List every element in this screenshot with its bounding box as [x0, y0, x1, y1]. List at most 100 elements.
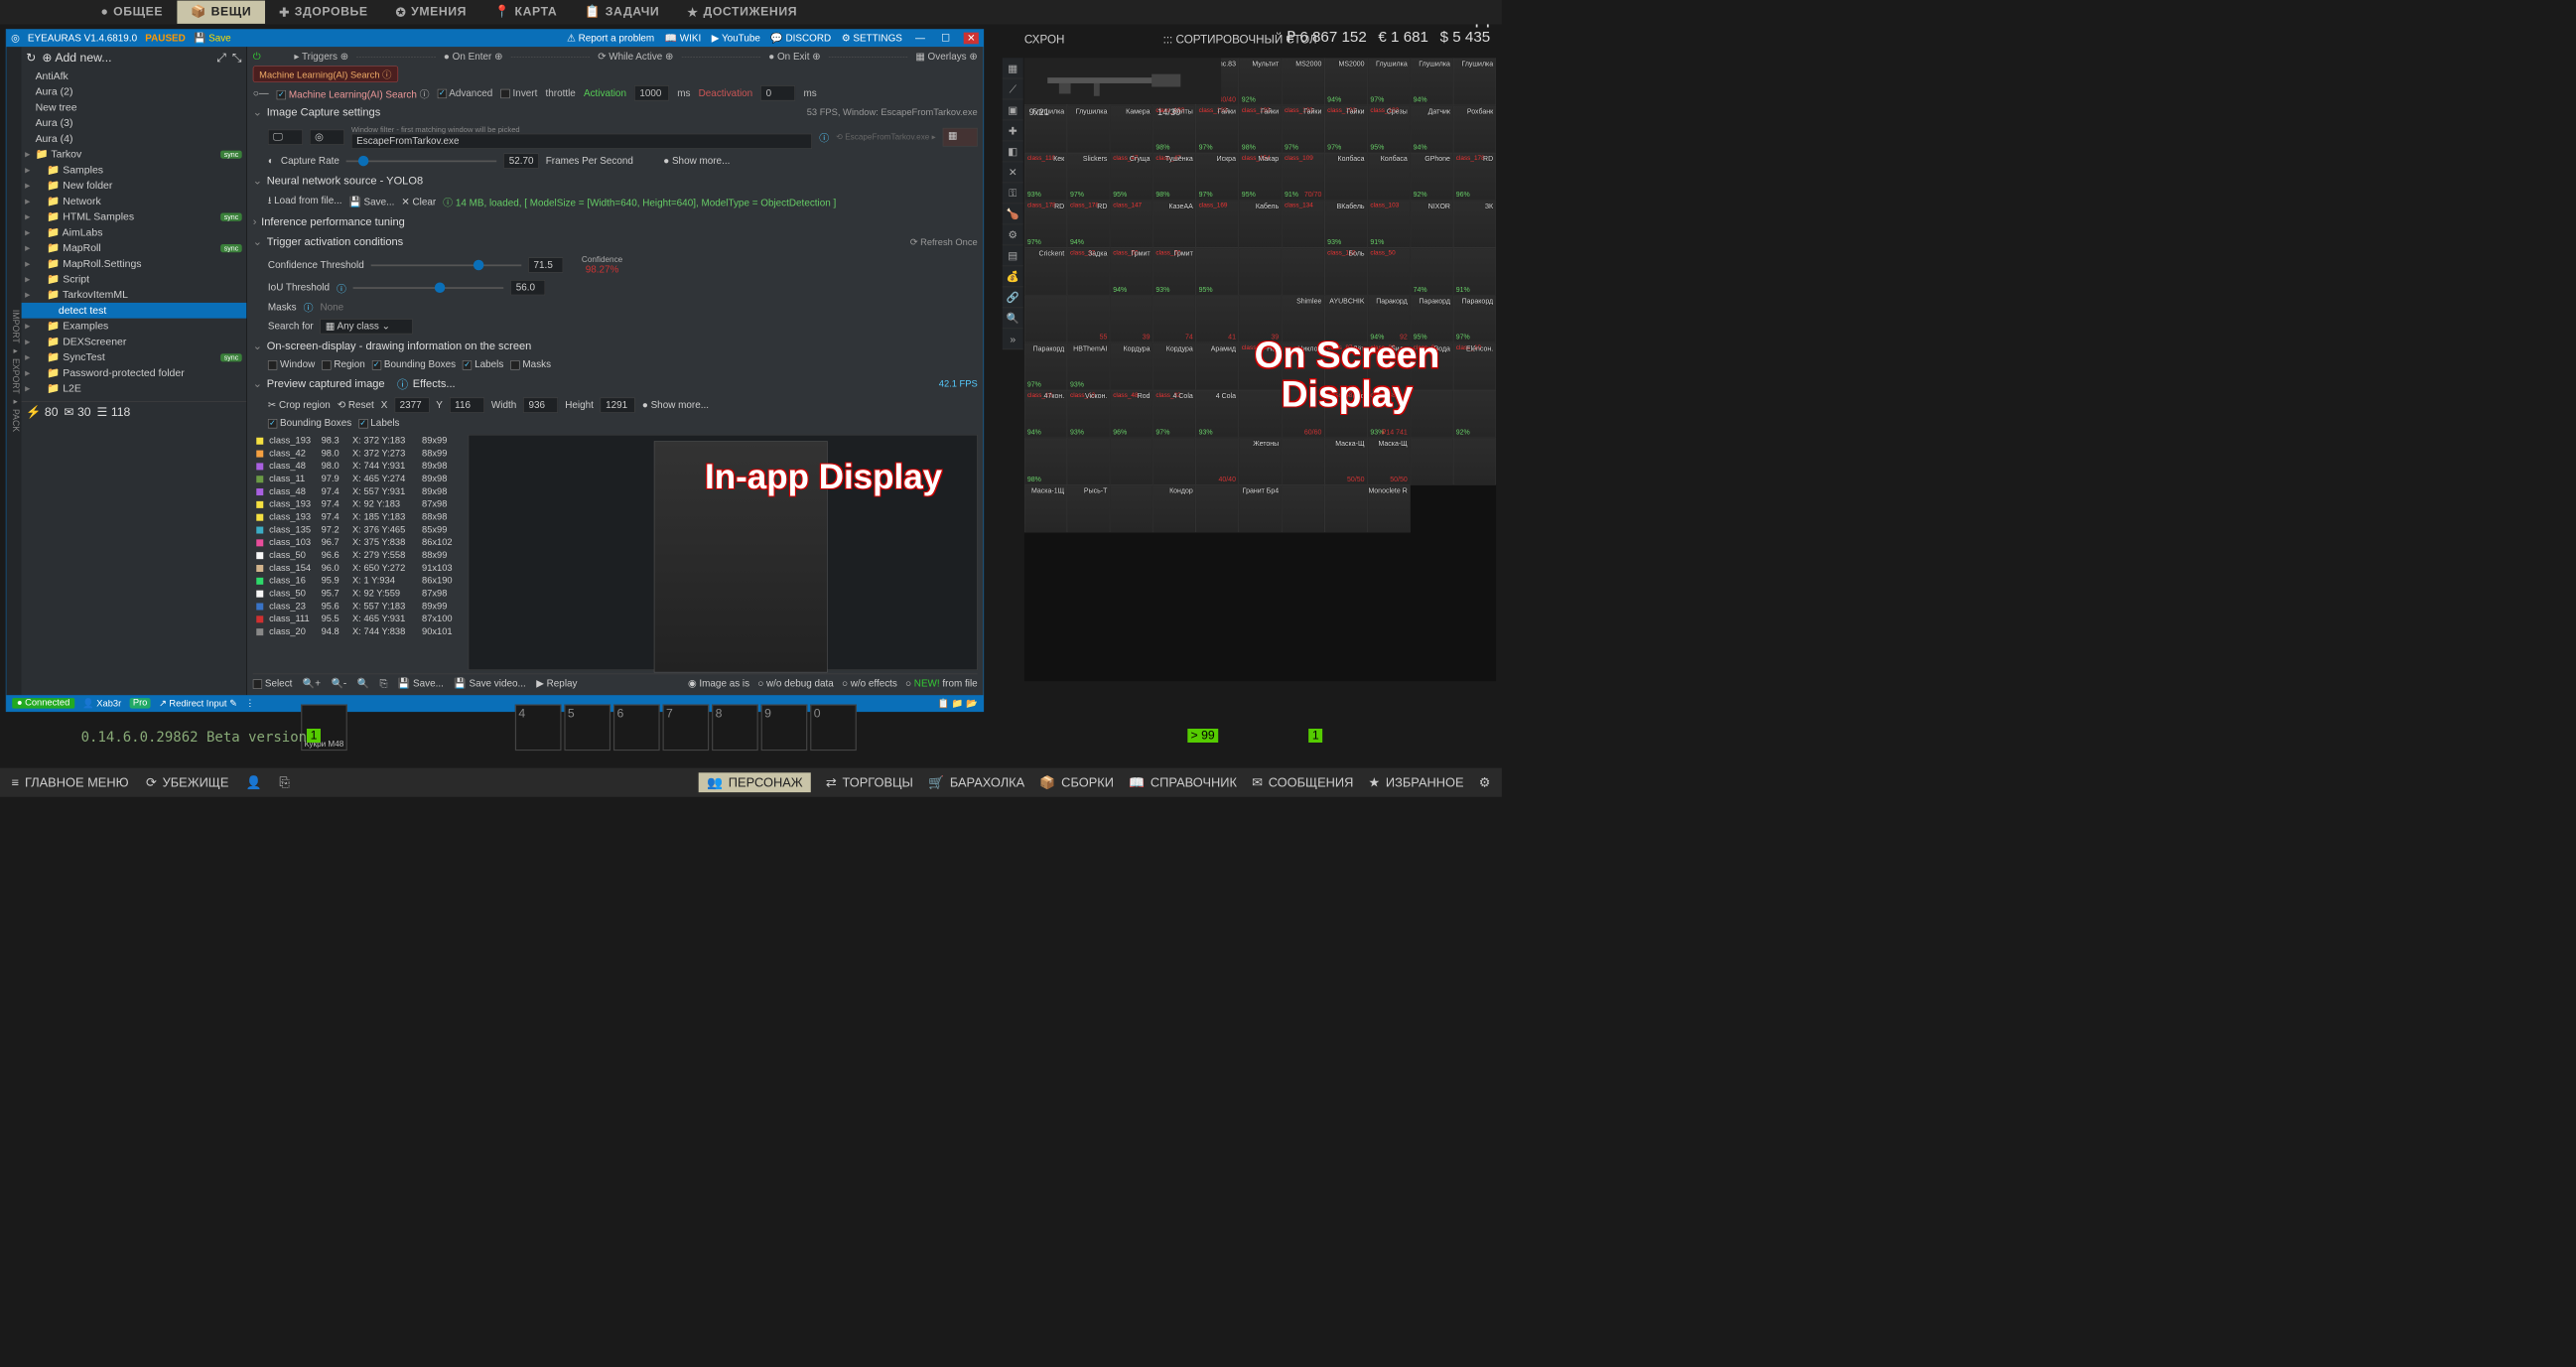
confidence-slider[interactable]	[371, 264, 522, 266]
overlays-tab[interactable]: ▦ Overlays ⊕	[915, 51, 977, 63]
tree-item[interactable]: ▸📁 Password-protected folder	[22, 365, 247, 381]
inventory-cell[interactable]	[1152, 438, 1195, 485]
inventory-cell[interactable]: 95%	[1196, 248, 1239, 296]
replay-button[interactable]: ▶ Replay	[536, 678, 577, 690]
capture-rate-value[interactable]: 52.70	[503, 153, 538, 168]
inventory-cell[interactable]: HBThemAI93%	[1067, 342, 1110, 390]
zoom-in-icon[interactable]: 🔍+	[303, 678, 321, 690]
inventory-cell[interactable]	[1282, 248, 1324, 296]
knife-icon[interactable]: ✕	[1003, 162, 1023, 183]
tree-item[interactable]: ▸📁 Network	[22, 194, 247, 209]
tree-item[interactable]: ▸📁 Script	[22, 271, 247, 287]
inventory-cell[interactable]	[1239, 248, 1282, 296]
wiki-link[interactable]: 📖 WIKI	[665, 33, 702, 45]
misc-icon[interactable]: ▤	[1003, 245, 1023, 266]
hotbar-slot[interactable]: 9	[761, 705, 808, 752]
tab-health[interactable]: ✚ЗДОРОВЬЕ	[265, 0, 381, 24]
tab-map[interactable]: 📍КАРТА	[480, 1, 571, 24]
inventory-cell[interactable]: class_118Боль	[1324, 248, 1367, 296]
avatar-icon[interactable]: 👤	[246, 775, 262, 790]
gear-icon[interactable]: ⚙	[1003, 224, 1023, 245]
inventory-cell[interactable]: class_154Макар95%	[1239, 153, 1282, 201]
hotbar-weapon[interactable]: Кукри M48	[301, 705, 347, 752]
inventory-cell[interactable]: class_193Гайки97%	[1196, 105, 1239, 153]
inventory-cell[interactable]: Колбаса	[1367, 153, 1410, 201]
triggers-tab[interactable]: ▸ Triggers ⊕	[294, 51, 348, 63]
hotbar-slot[interactable]: 0	[810, 705, 857, 752]
confidence-value[interactable]: 71.5	[528, 257, 563, 272]
crop-w[interactable]: 936	[523, 398, 558, 413]
inventory-cell[interactable]: class_193Гайки98%	[1239, 105, 1282, 153]
inventory-cell[interactable]: Глушилка	[1067, 105, 1110, 153]
inventory-cell[interactable]: GPhone92%	[1411, 153, 1453, 201]
messages-button[interactable]: ✉ СООБЩЕНИЯ	[1252, 772, 1353, 792]
food-icon[interactable]: 🍗	[1003, 204, 1023, 224]
inventory-cell[interactable]: Slickers97%	[1067, 153, 1110, 201]
key-icon[interactable]: ⚿	[1003, 183, 1023, 204]
tree-item[interactable]: ▸📁 AimLabs	[22, 224, 247, 240]
med-icon[interactable]: ✚	[1003, 120, 1023, 141]
crop-h[interactable]: 1291	[601, 398, 635, 413]
chevron-icon[interactable]: »	[1003, 329, 1023, 349]
inventory-cell[interactable]: Рохбанк	[1453, 105, 1496, 153]
tree-item[interactable]: ▸📁 Tarkovsync	[22, 146, 247, 162]
ml-check[interactable]	[277, 90, 286, 99]
activation-input[interactable]: 1000	[634, 85, 669, 100]
inventory-cell[interactable]: MS2000	[1282, 58, 1324, 105]
inventory-cell[interactable]: 98%	[1024, 438, 1067, 485]
osd-masks-check[interactable]	[510, 360, 519, 369]
hotbar-slot[interactable]: 5	[564, 705, 610, 752]
inventory-cell[interactable]: Жетоны	[1239, 438, 1282, 485]
zoom-reset-icon[interactable]: 🔍	[357, 678, 369, 690]
osd-labels-check[interactable]	[463, 360, 472, 369]
armor-icon[interactable]: ▣	[1003, 99, 1023, 120]
search-icon[interactable]: 🔍	[1003, 308, 1023, 329]
inventory-cell[interactable]: class_10391%	[1367, 201, 1410, 248]
inventory-cell[interactable]: Паракорд97%	[1024, 342, 1067, 390]
tree-item[interactable]: Aura (2)	[22, 84, 247, 100]
inventory-cell[interactable]: class_193Гайки97%	[1282, 105, 1324, 153]
save-nn-button[interactable]: 💾 Save...	[348, 196, 394, 207]
inventory-cell[interactable]: Искра97%	[1196, 153, 1239, 201]
while-active-tab[interactable]: ⟳ While Active ⊕	[598, 51, 673, 63]
inventory-cell[interactable]: ЗК	[1453, 201, 1496, 248]
inventory-cell[interactable]: 74	[1152, 295, 1195, 342]
load-file-button[interactable]: ⭳ Load from file...	[268, 194, 342, 210]
show-more-preview[interactable]: Show more...	[651, 399, 709, 410]
tree-item[interactable]: ▸📁 MapRoll.Settings	[22, 256, 247, 272]
advanced-check[interactable]	[438, 88, 447, 97]
inventory-cell[interactable]: class_1047кон.94%	[1024, 390, 1067, 438]
inventory-cell[interactable]	[1324, 485, 1367, 533]
inventory-cell[interactable]	[1196, 485, 1239, 533]
on-exit-tab[interactable]: ● On Exit ⊕	[768, 51, 820, 63]
flea-button[interactable]: 🛒 БАРАХОЛКА	[928, 772, 1024, 792]
inventory-cell[interactable]: 74%	[1411, 248, 1453, 296]
minimize-icon[interactable]: —	[912, 33, 927, 45]
window-filter-input[interactable]: EscapeFromTarkov.exe	[351, 134, 812, 149]
inventory-cell[interactable]: class_147	[1110, 201, 1152, 248]
tree-item[interactable]: ▸📁 MapRollsync	[22, 240, 247, 256]
hotbar-slot[interactable]: 7	[663, 705, 710, 752]
inventory-cell[interactable]: Кордура	[1110, 342, 1152, 390]
preview-labels-check[interactable]	[358, 419, 367, 428]
inventory-cell[interactable]: Гранит Бр4	[1239, 485, 1282, 533]
hotbar-slot[interactable]: 8	[712, 705, 758, 752]
hotbar-slot[interactable]: 4	[515, 705, 562, 752]
inventory-cell[interactable]: class_169	[1196, 201, 1239, 248]
preview-bbox-check[interactable]	[268, 419, 277, 428]
inventory-cell[interactable]: Crickent	[1024, 248, 1067, 296]
inventory-cell[interactable]: class_50	[1367, 248, 1410, 296]
osd-window-check[interactable]	[268, 360, 277, 369]
hotbar-slot[interactable]: 6	[613, 705, 660, 752]
link-icon[interactable]: 🔗	[1003, 287, 1023, 308]
tree-item[interactable]: ▸📁 Examples	[22, 319, 247, 335]
weapon-icon[interactable]: ⟋	[1003, 78, 1023, 99]
inventory-cell[interactable]: class_50Грмит93%	[1152, 248, 1195, 296]
reset-crop-button[interactable]: ⟲ Reset	[338, 399, 374, 411]
effects-button[interactable]: Effects...	[413, 377, 456, 390]
settings-icon[interactable]: ⚙	[1479, 772, 1491, 792]
inventory-cell[interactable]: Monoclete R	[1367, 485, 1410, 533]
tree-item[interactable]: ▸📁 HTML Samplessync	[22, 208, 247, 224]
inventory-cell[interactable]: Маска-1Щ	[1024, 485, 1067, 533]
side-dock-left[interactable]: IMPORT ▸ EXPORT ▸ PACK	[6, 47, 21, 695]
